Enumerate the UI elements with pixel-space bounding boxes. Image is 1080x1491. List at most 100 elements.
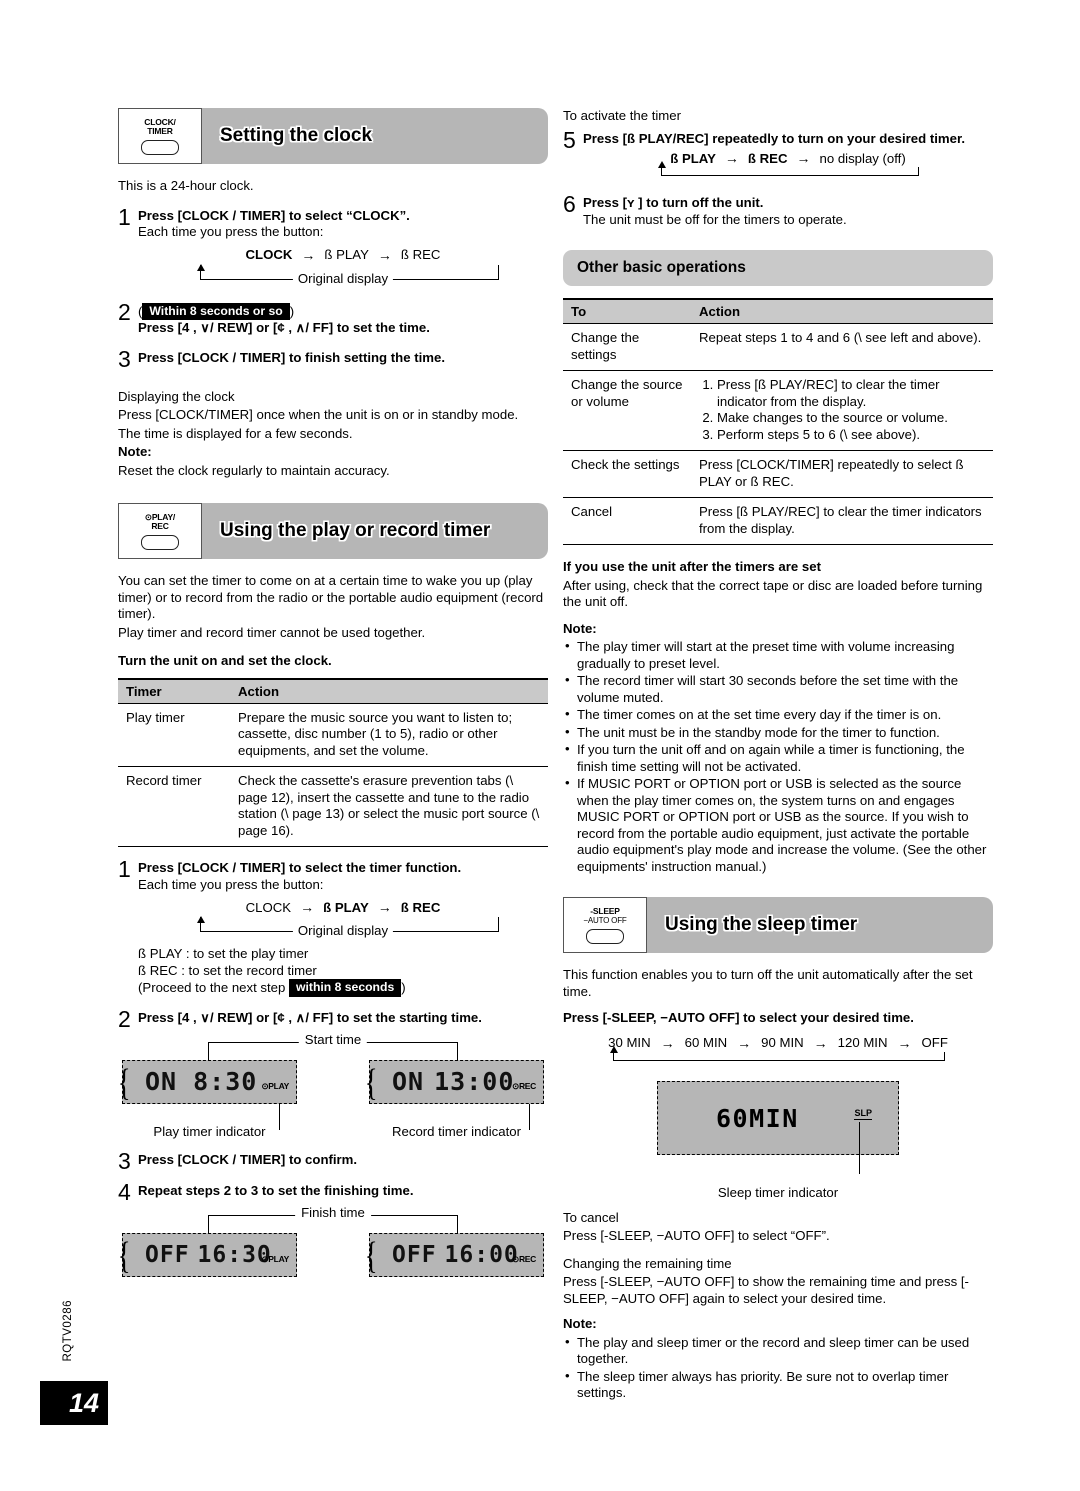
sleep-option-off: OFF bbox=[921, 1035, 948, 1050]
lcd-screen: { ON 13:00 ⊙REC bbox=[365, 1059, 544, 1104]
sleep-button-label-2: −AUTO OFF bbox=[583, 916, 627, 925]
record-timer-caption: Record timer indicator bbox=[392, 1123, 521, 1139]
note-body: Reset the clock regularly to maintain ac… bbox=[118, 462, 390, 478]
column-header-action: Action bbox=[691, 298, 993, 324]
column-header-action: Action bbox=[230, 677, 548, 704]
step-heading: Repeat steps 2 to 3 to set the finishing… bbox=[138, 1182, 414, 1198]
flow-item-rec: ß REC bbox=[400, 899, 441, 915]
arrow-right-icon: → bbox=[660, 1034, 675, 1051]
lcd-play-indicator: ⊙PLAY bbox=[261, 1253, 289, 1264]
column-header-timer: Timer bbox=[118, 677, 230, 704]
note-label: Note: bbox=[563, 620, 597, 636]
flow-loop-label: Original display bbox=[292, 923, 394, 938]
arrow-right-icon: → bbox=[737, 1034, 752, 1051]
step-heading: Press [4 , ∨/ REW] or [¢ , ∧/ FF] to set… bbox=[138, 1009, 482, 1025]
paren-close: ) bbox=[289, 303, 295, 319]
list-item: The unit must be in the standby mode for… bbox=[563, 724, 993, 742]
finish-time-display-group: Finish time { OFF 16:30 ⊙PLAY { OFF 16:0… bbox=[118, 1204, 548, 1277]
proceed-note: (Proceed to the next step within 8 secon… bbox=[138, 979, 548, 997]
step-heading: Press [CLOCK / TIMER] to select the time… bbox=[138, 860, 462, 875]
flow-item-clock: CLOCK bbox=[245, 899, 292, 915]
arrow-right-icon: → bbox=[300, 899, 315, 915]
button-pill-shape bbox=[586, 928, 624, 944]
flow-loop-back: Original display bbox=[138, 263, 548, 290]
step-5-activate-timer: 5 Press [ß PLAY/REC] repeatedly to turn … bbox=[563, 126, 993, 183]
clock-intro-text: This is a 24-hour clock. bbox=[118, 178, 254, 193]
sleep-button-label-1: -SLEEP bbox=[590, 905, 620, 916]
arrow-right-icon: → bbox=[377, 899, 392, 915]
step-number: 4 bbox=[118, 1178, 131, 1205]
step-number: 1 bbox=[118, 203, 131, 230]
after-timers-set-body: After using, check that the correct tape… bbox=[563, 577, 983, 610]
flow-loop-label: Original display bbox=[292, 270, 394, 286]
row-value: Prepare the music source you want to lis… bbox=[230, 703, 548, 767]
sleep-lcd-screen: 60MIN SLP bbox=[657, 1080, 899, 1174]
step-number: 6 bbox=[563, 191, 576, 217]
timing-badge: within 8 seconds bbox=[289, 979, 402, 997]
manual-page: CLOCK/ TIMER Setting the clock This is a… bbox=[0, 0, 1080, 1491]
step-number: 3 bbox=[118, 345, 131, 372]
arrow-right-icon: → bbox=[897, 1034, 912, 1051]
row-key: Change the source or volume bbox=[563, 370, 691, 451]
row-value: Press [CLOCK/TIMER] repeatedly to select… bbox=[691, 450, 993, 498]
lcd-play-indicator: ⊙PLAY bbox=[261, 1080, 289, 1091]
button-pill-shape bbox=[141, 139, 179, 155]
timer-step-4-finishing-time: 4 Repeat steps 2 to 3 to set the finishi… bbox=[118, 1178, 548, 1205]
lcd-state: ON bbox=[392, 1067, 425, 1096]
step-2-set-time: 2 (Within 8 seconds or so) Press [4 , ∨/… bbox=[118, 298, 548, 337]
note-label: Note: bbox=[563, 1316, 597, 1331]
page-number: 14 bbox=[40, 1381, 108, 1425]
rec-timer-note: ß REC : to set the record timer bbox=[138, 962, 317, 978]
step-subtext: The unit must be off for the timers to o… bbox=[583, 211, 847, 227]
step-6-turn-off-unit: 6 Press [ʏ ] to turn off the unit. The u… bbox=[563, 191, 993, 228]
step-heading: Press [ʏ ] to turn off the unit. bbox=[583, 195, 764, 210]
table-row: Change the source or volume Press [ß PLA… bbox=[563, 370, 993, 451]
left-column: CLOCK/ TIMER Setting the clock This is a… bbox=[118, 108, 548, 1277]
indicator-lead-line bbox=[529, 1103, 530, 1130]
flow-item-clock: CLOCK bbox=[245, 247, 293, 262]
step-number: 2 bbox=[118, 298, 131, 325]
changing-remaining-title: Changing the remaining time bbox=[563, 1255, 732, 1271]
section-header-play-record-timer: ⊙PLAY/ REC Using the play or record time… bbox=[118, 503, 548, 559]
table-row: Check the settings Press [CLOCK/TIMER] r… bbox=[563, 450, 993, 498]
list-item: Make changes to the source or volume. bbox=[717, 410, 985, 427]
arrow-right-icon: → bbox=[796, 150, 811, 166]
play-rec-button-icon: ⊙PLAY/ REC bbox=[118, 503, 202, 559]
step-number: 5 bbox=[563, 126, 576, 153]
start-time-bracket: Start time bbox=[118, 1031, 548, 1060]
table-row: Record timer Check the cassette's erasur… bbox=[118, 766, 548, 847]
start-time-label: Start time bbox=[298, 1031, 368, 1047]
timer-intro-1: You can set the timer to come on at a ce… bbox=[118, 573, 544, 621]
clock-timer-button-label-1: CLOCK/ bbox=[144, 116, 176, 127]
record-timer-display-unit: { ON 13:00 ⊙REC Record timer indicator bbox=[365, 1059, 544, 1139]
proceed-note-post: ) bbox=[401, 980, 406, 995]
document-code: RQTV0286 bbox=[62, 1300, 74, 1362]
list-item: Press [ß PLAY/REC] to clear the timer in… bbox=[717, 377, 985, 410]
play-timer-display-unit: { ON 8:30 ⊙PLAY Play timer indicator bbox=[118, 1059, 297, 1139]
play-rec-button-label-2: REC bbox=[151, 521, 169, 531]
step-heading: Press [4 , ∨/ REW] or [¢ , ∧/ FF] to set… bbox=[138, 320, 430, 335]
displaying-clock-body-1: Press [CLOCK/TIMER] once when the unit i… bbox=[118, 407, 519, 422]
flow-item-play: ß PLAY bbox=[323, 899, 369, 915]
arrow-right-icon: → bbox=[724, 150, 739, 166]
step-3-finish-setting: 3 Press [CLOCK / TIMER] to finish settin… bbox=[118, 345, 548, 372]
arrow-right-icon: → bbox=[377, 246, 392, 263]
lcd-screen: { OFF 16:00 ⊙REC bbox=[365, 1232, 544, 1277]
activate-timer-lead: To activate the timer bbox=[563, 108, 682, 123]
list-item: Perform steps 5 to 6 (\ see above). bbox=[717, 427, 985, 444]
row-key: Play timer bbox=[118, 703, 230, 767]
sleep-intro: This function enables you to turn off th… bbox=[563, 967, 973, 999]
timer-step-3-confirm: 3 Press [CLOCK / TIMER] to confirm. bbox=[118, 1149, 548, 1172]
timer-action-table: Timer Action Play timer Prepare the musi… bbox=[118, 677, 548, 847]
changing-remaining-body: Press [-SLEEP, −AUTO OFF] to show the re… bbox=[563, 1274, 969, 1306]
sleep-option-120: 120 MIN bbox=[837, 1035, 888, 1050]
sleep-press-line: Press [-SLEEP, −AUTO OFF] to select your… bbox=[563, 1010, 914, 1025]
row-key: Check the settings bbox=[563, 450, 691, 498]
play-rec-button-label-1: ⊙PLAY/ bbox=[144, 511, 176, 522]
step-subtext: Each time you press the button: bbox=[138, 876, 324, 892]
lcd-time: 8:30 bbox=[193, 1067, 258, 1096]
list-item: The play and sleep timer or the record a… bbox=[563, 1334, 993, 1368]
displaying-clock-body-2: The time is displayed for a few seconds. bbox=[118, 425, 353, 441]
list-item: If you turn the unit off and on again wh… bbox=[563, 741, 993, 775]
lcd-state: ON bbox=[145, 1067, 178, 1096]
